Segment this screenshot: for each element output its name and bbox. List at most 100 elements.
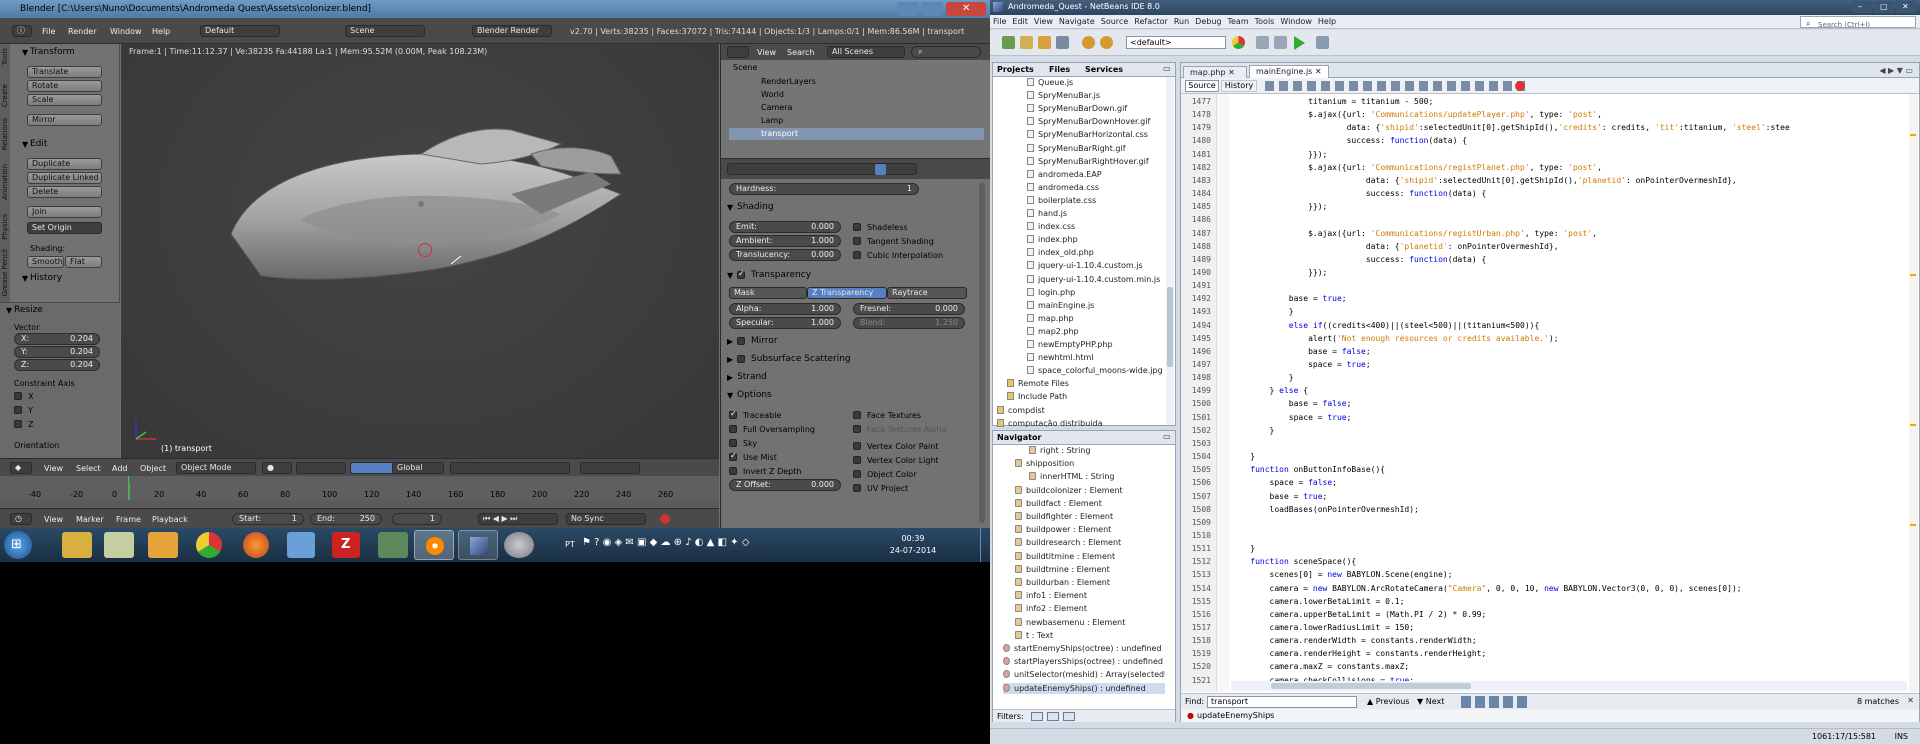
transform-panel-header[interactable]: Transform: [30, 47, 75, 57]
editor-type-button[interactable]: ◷: [10, 513, 32, 525]
mirror-checkbox[interactable]: [737, 337, 745, 345]
navigator-item[interactable]: buildpower : Element: [1015, 524, 1111, 535]
editor-tool-icons[interactable]: [1265, 81, 1525, 91]
timeline-menu-marker[interactable]: Marker: [76, 515, 104, 524]
menu-object[interactable]: Object: [140, 464, 166, 473]
scrollbar-thumb[interactable]: [1167, 287, 1173, 367]
tab-nav-icons[interactable]: ◀ ▶ ▼ ▭: [1879, 66, 1913, 75]
error-stripe[interactable]: [1909, 94, 1918, 692]
new-project-icon[interactable]: [1002, 36, 1015, 49]
project-tree-item[interactable]: SpryMenuBarDownHover.gif: [1027, 116, 1150, 127]
tangent-shading-checkbox[interactable]: [853, 237, 861, 245]
code-line[interactable]: $.ajax({url: 'Communications/registUrban…: [1231, 227, 1597, 240]
ambient-field[interactable]: Ambient: 1.000: [729, 235, 841, 247]
nb-maximize-button[interactable]: ▢: [1874, 1, 1894, 13]
code-line[interactable]: } else {: [1231, 384, 1309, 397]
uv-project-checkbox[interactable]: [853, 484, 861, 492]
navigator-item[interactable]: buildtitmine : Element: [1015, 551, 1115, 562]
strand-panel-header[interactable]: Strand: [737, 372, 767, 382]
blend-field[interactable]: Blend: 1.250: [853, 317, 965, 329]
code-line[interactable]: base = false;: [1231, 345, 1371, 358]
close-icon[interactable]: ✕: [1228, 68, 1235, 77]
project-tree-item[interactable]: jquery-ui-1.10.4.custom.js: [1027, 260, 1143, 271]
taskbar-explorer-icon[interactable]: [62, 532, 92, 558]
tab-tools[interactable]: Tools: [1, 48, 9, 65]
project-tree-item[interactable]: newEmptyPHP.php: [1027, 339, 1113, 350]
close-icon[interactable]: ✕: [1315, 67, 1322, 76]
render-engine-select[interactable]: Blender Render: [472, 25, 552, 37]
nb-menu-window[interactable]: Window: [1277, 15, 1315, 29]
navigator-item[interactable]: startEnemyShips(octree) : undefined: [1003, 643, 1161, 654]
join-button[interactable]: Join: [27, 206, 102, 218]
nb-menu-view[interactable]: View: [1031, 15, 1056, 29]
start-button[interactable]: ⊞: [4, 531, 32, 559]
timeline[interactable]: -40 -20 0 20 40 60 80 100 120 140 160 180 200 220 240 2…: [0, 476, 719, 508]
navigator-item[interactable]: buildcolonizer : Element: [1015, 485, 1123, 496]
code-line[interactable]: alert('Not enough resources or credits a…: [1231, 332, 1558, 345]
project-tree-item[interactable]: map.php: [1027, 313, 1074, 324]
outliner-menu-search[interactable]: Search: [787, 48, 814, 57]
taskbar-notes-icon[interactable]: [104, 532, 134, 558]
shading-select[interactable]: ●: [262, 462, 292, 474]
layout-select[interactable]: Default: [200, 25, 280, 37]
timeline-menu-frame[interactable]: Frame: [116, 515, 141, 524]
navigator-item[interactable]: buildfact : Element: [1015, 498, 1102, 509]
shadeless-checkbox[interactable]: [853, 223, 861, 231]
menu-render[interactable]: Render: [68, 27, 96, 36]
menu-view[interactable]: View: [44, 464, 63, 473]
code-line[interactable]: success: function(data) {: [1231, 187, 1486, 200]
sss-checkbox[interactable]: [737, 355, 745, 363]
project-tree-item[interactable]: computação distribuida: [997, 418, 1102, 427]
end-frame-field[interactable]: End: 250: [310, 513, 382, 525]
tab-animation[interactable]: Animation: [1, 164, 9, 200]
constraint-x-checkbox[interactable]: [14, 392, 22, 400]
outliner-item[interactable]: World: [761, 90, 784, 99]
scrollbar-thumb[interactable]: [1271, 683, 1471, 689]
taskbar-app-icon[interactable]: [504, 532, 534, 558]
transparency-z-button[interactable]: Z Transparency: [807, 287, 887, 299]
hardness-field[interactable]: Hardness: 1: [729, 183, 919, 195]
flat-button[interactable]: Flat: [65, 256, 102, 268]
timeline-menu-playback[interactable]: Playback: [152, 515, 188, 524]
outliner-item[interactable]: Lamp: [761, 116, 783, 125]
outliner-selected-row[interactable]: transport: [729, 128, 984, 140]
code-line[interactable]: camera.upperBetaLimit = (Math.PI / 2) * …: [1231, 608, 1487, 621]
taskbar-firefox-icon[interactable]: [243, 532, 269, 558]
code-line[interactable]: base = true;: [1231, 490, 1328, 503]
project-tree-item[interactable]: jquery-ui-1.10.4.custom.min.js: [1027, 274, 1160, 285]
code-line[interactable]: }: [1231, 305, 1294, 318]
code-line[interactable]: camera.lowerBetaLimit = 0.1;: [1231, 595, 1405, 608]
outliner-tree[interactable]: Scene RenderLayers World Camera Lamp tra…: [721, 60, 990, 158]
taskbar-remote-desktop-icon[interactable]: [378, 532, 408, 558]
transparency-panel-header[interactable]: Transparency: [751, 270, 811, 280]
code-line[interactable]: space = true;: [1231, 358, 1371, 371]
system-tray[interactable]: ⚑ ? ◉ ◈ ✉ ▣ ◆ ☁ ⊕ ♪ ◐ ▲ ◧ ✦ ◇: [582, 537, 749, 551]
current-frame-field[interactable]: 1: [392, 513, 442, 525]
sync-select[interactable]: No Sync: [566, 513, 646, 525]
vector-y-field[interactable]: Y: 0.204: [14, 346, 100, 358]
editor-tab-map-php[interactable]: map.php ✕: [1183, 66, 1247, 78]
history-panel-header[interactable]: History: [30, 273, 62, 283]
source-tab[interactable]: Source: [1185, 80, 1219, 92]
nb-close-button[interactable]: ✕: [1896, 1, 1916, 13]
projects-scrollbar[interactable]: [1166, 77, 1174, 425]
code-line[interactable]: space = true;: [1231, 411, 1352, 424]
code-line[interactable]: function onButtonInfoBase(){: [1231, 463, 1385, 476]
transparency-raytrace-button[interactable]: Raytrace: [887, 287, 967, 299]
z-offset-field[interactable]: Z Offset: 0.000: [729, 479, 841, 491]
code-line[interactable]: camera.maxZ = constants.maxZ;: [1231, 660, 1410, 673]
nb-menu-debug[interactable]: Debug: [1192, 15, 1224, 29]
minimize-panel-icon[interactable]: ▭: [1163, 432, 1171, 441]
mirror-button[interactable]: Mirror: [27, 114, 102, 126]
navigator-item[interactable]: innerHTML : String: [1029, 471, 1115, 482]
code-line[interactable]: titanium = titanium - 500;: [1231, 95, 1433, 108]
code-line[interactable]: $.ajax({url: 'Communications/registPlane…: [1231, 161, 1602, 174]
taskbar-chrome-icon[interactable]: [196, 532, 222, 558]
nb-minimize-button[interactable]: –: [1852, 1, 1872, 13]
code-line[interactable]: }: [1231, 371, 1294, 384]
invert-z-checkbox[interactable]: [729, 467, 737, 475]
code-line[interactable]: }: [1231, 450, 1255, 463]
nb-menu-file[interactable]: File: [990, 15, 1009, 29]
navigator-tree[interactable]: right : String shipposition innerHTML : St…: [993, 445, 1165, 699]
navigator-item[interactable]: info2 : Element: [1015, 603, 1087, 614]
